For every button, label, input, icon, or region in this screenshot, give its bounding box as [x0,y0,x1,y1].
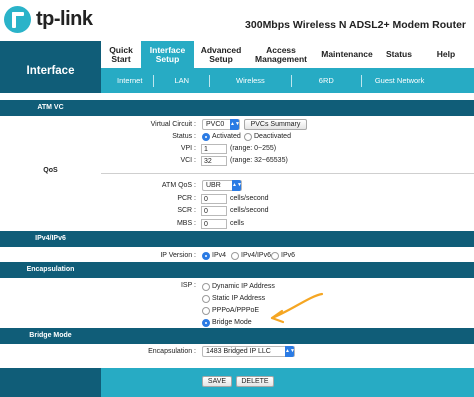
bridge-encapsulation-select[interactable]: 1483 Bridged IP LLC ▲▼ [202,346,295,357]
section-title: Interface [0,41,101,93]
static-ip-radio[interactable] [202,295,210,303]
submenu-wireless[interactable]: Wireless [210,74,292,87]
status-activated-label: Activated [212,133,241,140]
vci-range: (range: 32~65535) [230,157,288,164]
annotation-arrow-icon [270,292,324,324]
pcr-input[interactable] [201,194,227,204]
main-menu: Quick Start Interface Setup Advanced Set… [101,41,474,68]
menu-help[interactable]: Help [418,41,474,68]
footer: SAVE DELETE [0,368,474,397]
bridge-mode-bar: Bridge Mode [0,328,474,344]
virtual-circuit-select[interactable]: PVC0 ▲▼ [202,119,240,130]
scr-input[interactable] [201,206,227,216]
header: tp-link 300Mbps Wireless N ADSL2+ Modem … [0,0,474,41]
pcr-label: PCR : [177,195,196,202]
vci-input[interactable] [201,156,227,166]
atm-vc-bar: ATM VC [0,100,474,116]
encapsulation-heading: Encapsulation [26,266,75,273]
dropdown-arrow-icon: ▲▼ [230,119,240,130]
ipv4-ipv6-bar: IPv4/IPv6 [0,231,474,247]
bridge-encapsulation-value: 1483 Bridged IP LLC [206,348,271,355]
bridge-mode-label: Bridge Mode [212,319,252,326]
mbs-input[interactable] [201,219,227,229]
bridge-mode-heading: Bridge Mode [29,332,72,339]
logo-text: tp-link [36,8,93,30]
pcr-unit: cells/second [230,195,269,202]
vpi-input[interactable] [201,144,227,154]
menu-quick-start[interactable]: Quick Start [101,41,141,68]
sub-menu: Internet LAN Wireless 6RD Guest Network [101,68,474,93]
mbs-label: MBS : [176,220,196,227]
virtual-circuit-value: PVC0 [206,121,225,128]
menu-status[interactable]: Status [380,41,418,68]
submenu-guest-network[interactable]: Guest Network [362,75,438,87]
menu-maintenance[interactable]: Maintenance [314,41,380,68]
vpi-label: VPI : [180,145,196,152]
menu-access-management[interactable]: Access Management [248,41,314,68]
scr-unit: cells/second [230,207,269,214]
atm-qos-label: ATM QoS : [161,182,196,189]
menu-interface-setup[interactable]: Interface Setup [141,41,194,68]
delete-button[interactable]: DELETE [236,376,274,387]
ipv4-ipv6-heading: IPv4/IPv6 [35,235,66,242]
vpi-range: (range: 0~255) [230,145,277,152]
pvcs-summary-button[interactable]: PVCs Summary [244,119,307,130]
save-button[interactable]: SAVE [202,376,232,387]
ip-version-label: IP Version : [160,252,196,259]
encapsulation-bar: Encapsulation [0,262,474,278]
submenu-6rd[interactable]: 6RD [292,74,362,87]
model-name: 300Mbps Wireless N ADSL2+ Modem Router [245,19,466,31]
ipv4-ipv6-radio[interactable] [231,252,239,260]
vci-label: VCI : [180,157,196,164]
ipv4-ipv6-label: IPv4/IPv6 [241,252,271,259]
submenu-lan[interactable]: LAN [154,74,211,87]
scr-label: SCR : [177,207,196,214]
divider [101,173,474,174]
status-deactivated-radio[interactable] [244,133,252,141]
ipv4-radio[interactable] [202,252,210,260]
ipv6-label: IPv6 [281,252,296,259]
status-label: Status : [172,133,196,140]
mbs-unit: cells [230,220,245,227]
status-deactivated-label: Deactivated [254,133,291,140]
submenu-internet[interactable]: Internet [101,74,155,87]
bridge-encapsulation-label: Encapsulation : [148,348,196,355]
pppoa-pppoe-radio[interactable] [202,307,210,315]
bridge-mode-radio[interactable] [202,319,210,327]
virtual-circuit-label: Virtual Circuit : [150,121,196,128]
menu-advanced-setup[interactable]: Advanced Setup [194,41,248,68]
dropdown-arrow-icon: ▲▼ [285,346,295,357]
ipv6-radio[interactable] [271,252,279,260]
atm-qos-value: UBR [206,182,221,189]
status-activated-radio[interactable] [202,133,210,141]
atm-vc-heading: ATM VC [37,104,64,111]
dropdown-arrow-icon: ▲▼ [232,180,242,191]
atm-qos-select[interactable]: UBR ▲▼ [202,180,242,191]
tp-link-logo-icon [4,6,31,33]
qos-heading: QoS [43,167,58,174]
ipv4-label: IPv4 [212,252,227,259]
footer-left [0,368,101,397]
spacer [0,93,474,100]
navigation: Interface Quick Start Interface Setup Ad… [0,41,474,93]
dynamic-ip-radio[interactable] [202,283,210,291]
isp-label: ISP : [180,282,196,289]
footer-bar [101,368,474,397]
tp-link-logo: tp-link [4,6,93,33]
